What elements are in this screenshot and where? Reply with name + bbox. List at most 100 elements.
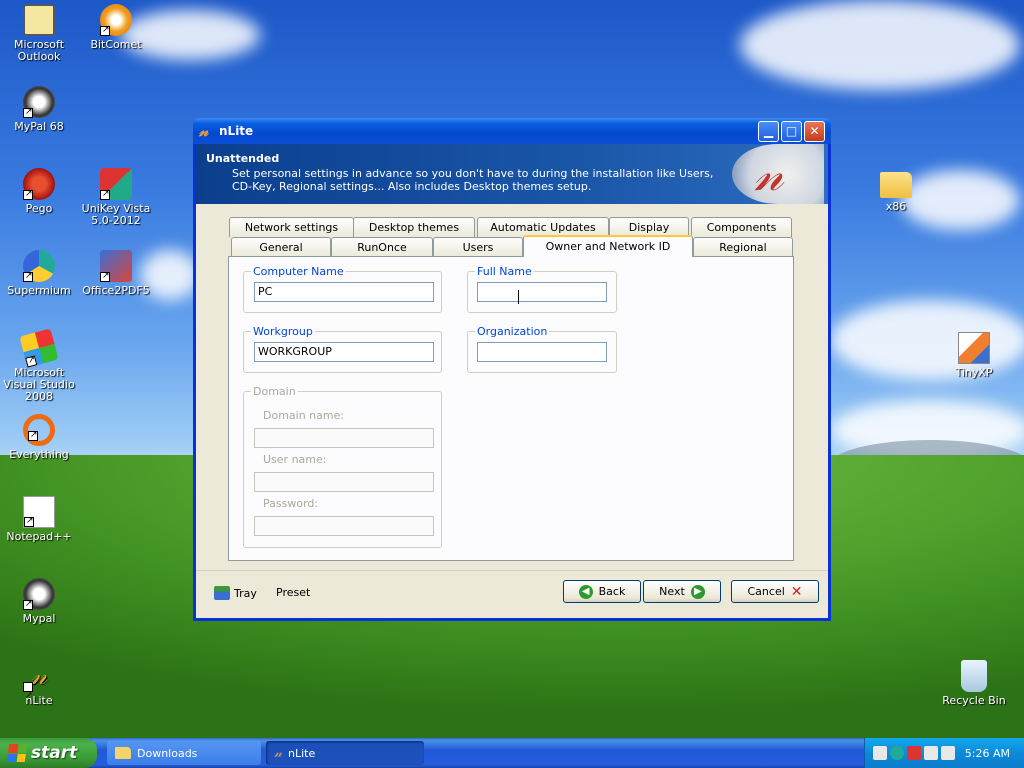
domain-name-input[interactable] (254, 428, 434, 448)
desktop-icon-supermium[interactable]: Supermium (0, 250, 79, 297)
desktop-icon-label: MyPal 68 (14, 120, 64, 133)
desktop-icon-bitcomet[interactable]: BitComet (76, 4, 156, 51)
desktop-icon-recycle-bin[interactable]: Recycle Bin (934, 660, 1014, 707)
mypal-icon (23, 86, 55, 118)
desktop-icon-tinyxp[interactable]: TinyXP (934, 332, 1014, 379)
tab-label: Regional (719, 241, 767, 254)
folder-icon (115, 747, 131, 759)
desktop-icon-notepadpp[interactable]: Notepad++ (0, 496, 79, 543)
computer-name-label: Computer Name (251, 265, 346, 278)
organization-group: Organization (467, 325, 617, 373)
desktop-icon-label: x86 (885, 200, 907, 213)
user-name-input[interactable] (254, 472, 434, 492)
desktop-icon-visual-studio[interactable]: Microsoft Visual Studio 2008 (0, 328, 79, 403)
desktop-icon-label: UniKey Vista 5.0-2012 (81, 202, 151, 227)
desktop-icon-pego[interactable]: Pego (0, 168, 79, 215)
desktop-icon-unikey[interactable]: UniKey Vista 5.0-2012 (76, 168, 156, 227)
pego-icon (23, 168, 55, 200)
desktop-icon-office2pdf[interactable]: Office2PDF5 (76, 250, 156, 297)
desktop-icon-x86[interactable]: x86 (856, 168, 936, 213)
tab-label: Users (462, 241, 494, 254)
tinyxp-icon (958, 332, 990, 364)
header-banner: Unattended Set personal settings in adva… (196, 144, 828, 204)
tab-label: Automatic Updates (490, 221, 596, 234)
keyboard-icon[interactable] (873, 746, 887, 760)
back-label: Back (598, 585, 626, 598)
cancel-button[interactable]: Cancel ✕ (731, 580, 819, 603)
header-description: Set personal settings in advance so you … (232, 167, 714, 193)
cancel-x-icon: ✕ (790, 583, 803, 600)
minimize-button[interactable]: ▁ (758, 120, 779, 142)
tab-display[interactable]: Display (609, 217, 689, 237)
close-button[interactable]: ✕ (804, 120, 825, 142)
tab-label: Network settings (244, 221, 339, 234)
bitcomet-icon (100, 4, 132, 36)
nlite-window: 𝓃 nLite ▁ □ ✕ Unattended Set personal se… (193, 118, 831, 621)
notepadpp-icon (23, 496, 55, 528)
volume-icon[interactable] (941, 746, 955, 760)
desktop-icon-label: Microsoft Outlook (13, 38, 65, 63)
full-name-label: Full Name (475, 265, 534, 278)
tab-users[interactable]: Users (433, 237, 523, 257)
window-client: Unattended Set personal settings in adva… (196, 144, 828, 618)
tab-desktop-themes[interactable]: Desktop themes (353, 217, 475, 237)
tab-general[interactable]: General (231, 237, 331, 257)
tab-runonce[interactable]: RunOnce (331, 237, 433, 257)
desktop-icon-mypal[interactable]: Mypal (0, 578, 79, 625)
start-label: start (31, 743, 78, 763)
taskbar-item-downloads[interactable]: Downloads (107, 741, 261, 765)
taskbar-item-nlite[interactable]: 𝓃 nLite (266, 741, 424, 765)
computer-name-input[interactable]: PC (254, 282, 434, 302)
maximize-button[interactable]: □ (781, 120, 802, 142)
desktop-icon-mypal68[interactable]: MyPal 68 (0, 86, 79, 133)
tab-label: Desktop themes (368, 221, 460, 234)
desktop-icon-label: Office2PDF5 (82, 284, 150, 297)
desktop-icon-everything[interactable]: Everything (0, 414, 79, 461)
tab-regional[interactable]: Regional (693, 237, 793, 257)
tray-icon (214, 586, 230, 600)
desktop-icon-outlook[interactable]: Microsoft Outlook (0, 4, 79, 63)
supermium-tray-icon[interactable] (890, 746, 904, 760)
back-arrow-icon: ◀ (578, 584, 593, 599)
start-button[interactable]: start (0, 738, 97, 768)
tab-network-settings[interactable]: Network settings (229, 217, 354, 237)
office2pdf-icon (100, 250, 132, 282)
tray-label: Tray (234, 586, 257, 600)
nlite-icon: 𝓃 (274, 745, 283, 761)
outlook-icon (23, 4, 55, 36)
tab-components[interactable]: Components (691, 217, 792, 237)
windows-flag-icon (6, 744, 28, 762)
cancel-label: Cancel (747, 585, 785, 598)
organization-input[interactable] (477, 342, 607, 362)
back-button[interactable]: ◀ Back (563, 580, 641, 603)
tab-automatic-updates[interactable]: Automatic Updates (477, 217, 609, 237)
unikey-tray-icon[interactable] (907, 746, 921, 760)
organization-label: Organization (475, 325, 550, 338)
preset-button[interactable]: Preset (276, 586, 310, 599)
password-input[interactable] (254, 516, 434, 536)
workgroup-input[interactable]: WORKGROUP (254, 342, 434, 362)
visual-studio-icon (19, 328, 59, 368)
clock[interactable]: 5:26 AM (965, 747, 1010, 760)
tab-label: Display (628, 221, 670, 234)
taskbar-item-label: nLite (288, 746, 316, 760)
window-titlebar[interactable]: 𝓃 nLite ▁ □ ✕ (193, 118, 831, 144)
domain-label: Domain (251, 385, 298, 398)
tab-owner-and-network-id[interactable]: Owner and Network ID (523, 235, 693, 257)
workgroup-label: Workgroup (251, 325, 315, 338)
desktop-icon-label: Pego (25, 202, 53, 215)
desktop-icon-nlite[interactable]: 𝓃 nLite (0, 660, 79, 712)
desktop-icon-label: Mypal (22, 612, 56, 625)
tray-button[interactable]: Tray (214, 586, 257, 600)
folder-icon (880, 172, 912, 198)
next-button[interactable]: Next ▶ (643, 580, 721, 603)
mypal-icon (23, 578, 55, 610)
tab-label: General (259, 241, 303, 254)
domain-name-label: Domain name: (263, 409, 345, 422)
footer-bar: Tray Preset ◀ Back Next ▶ Cancel ✕ (196, 570, 828, 618)
next-arrow-icon: ▶ (690, 584, 705, 599)
full-name-group: Full Name (467, 265, 617, 313)
network-icon[interactable] (924, 746, 938, 760)
full-name-input[interactable] (477, 282, 607, 302)
desktop-icon-label: BitComet (90, 38, 142, 51)
